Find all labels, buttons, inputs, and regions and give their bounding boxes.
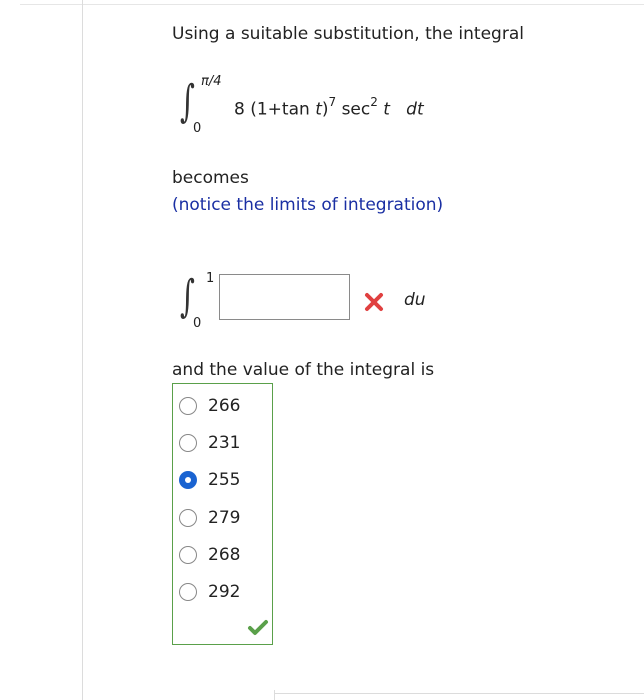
radio-button[interactable] bbox=[179, 397, 197, 415]
choice-label: 268 bbox=[208, 545, 241, 565]
upper-limit: π/4 bbox=[201, 74, 222, 89]
check-mark-icon bbox=[248, 620, 268, 635]
radio-button[interactable] bbox=[179, 509, 197, 527]
becomes-text: becomes bbox=[172, 168, 249, 188]
lower-limit: 0 bbox=[193, 121, 202, 136]
bottom-divider bbox=[274, 693, 644, 694]
radio-button-selected[interactable] bbox=[179, 471, 197, 489]
radio-button[interactable] bbox=[179, 434, 197, 452]
coefficient: 8 bbox=[234, 99, 245, 120]
integrand-answer-input[interactable] bbox=[219, 274, 350, 320]
choice-option[interactable]: 279 bbox=[179, 505, 240, 531]
choice-option[interactable]: 292 bbox=[179, 579, 240, 605]
notice-text: (notice the limits of integration) bbox=[172, 195, 444, 215]
new-lower-limit: 0 bbox=[193, 316, 202, 331]
sec-variable: t bbox=[383, 99, 390, 120]
top-divider bbox=[20, 4, 644, 5]
sec-function: sec bbox=[341, 99, 371, 120]
exponent: 7 bbox=[328, 95, 337, 109]
sec-exponent: 2 bbox=[370, 95, 378, 109]
new-upper-limit: 1 bbox=[206, 271, 215, 286]
integral-sign-icon: ∫ bbox=[180, 76, 195, 127]
integral-sign-icon: ∫ bbox=[180, 271, 195, 322]
choice-label: 231 bbox=[208, 433, 241, 453]
base-variable: t bbox=[315, 99, 322, 120]
left-divider bbox=[82, 0, 83, 700]
radio-button[interactable] bbox=[179, 546, 197, 564]
choice-label: 266 bbox=[208, 396, 241, 416]
choice-option[interactable]: 266 bbox=[179, 393, 240, 419]
choice-label: 292 bbox=[208, 582, 241, 602]
x-mark-icon bbox=[365, 293, 383, 311]
choice-label: 279 bbox=[208, 508, 241, 528]
choice-option[interactable]: 231 bbox=[179, 430, 240, 456]
choice-option[interactable]: 255 bbox=[179, 467, 240, 493]
integrand: 8 (1+tan t)7 sec2 t dt bbox=[234, 95, 424, 120]
question-prompt: Using a suitable substitution, the integ… bbox=[172, 24, 524, 44]
radio-button[interactable] bbox=[179, 583, 197, 601]
value-prompt: and the value of the integral is bbox=[172, 360, 435, 380]
base-open: (1+tan bbox=[250, 99, 316, 120]
differential: dt bbox=[406, 99, 424, 120]
base-close: ) bbox=[321, 99, 329, 120]
choice-label: 255 bbox=[208, 470, 241, 490]
bottom-divider-tick bbox=[274, 690, 275, 700]
new-differential: du bbox=[404, 290, 426, 310]
choice-option[interactable]: 268 bbox=[179, 542, 240, 568]
